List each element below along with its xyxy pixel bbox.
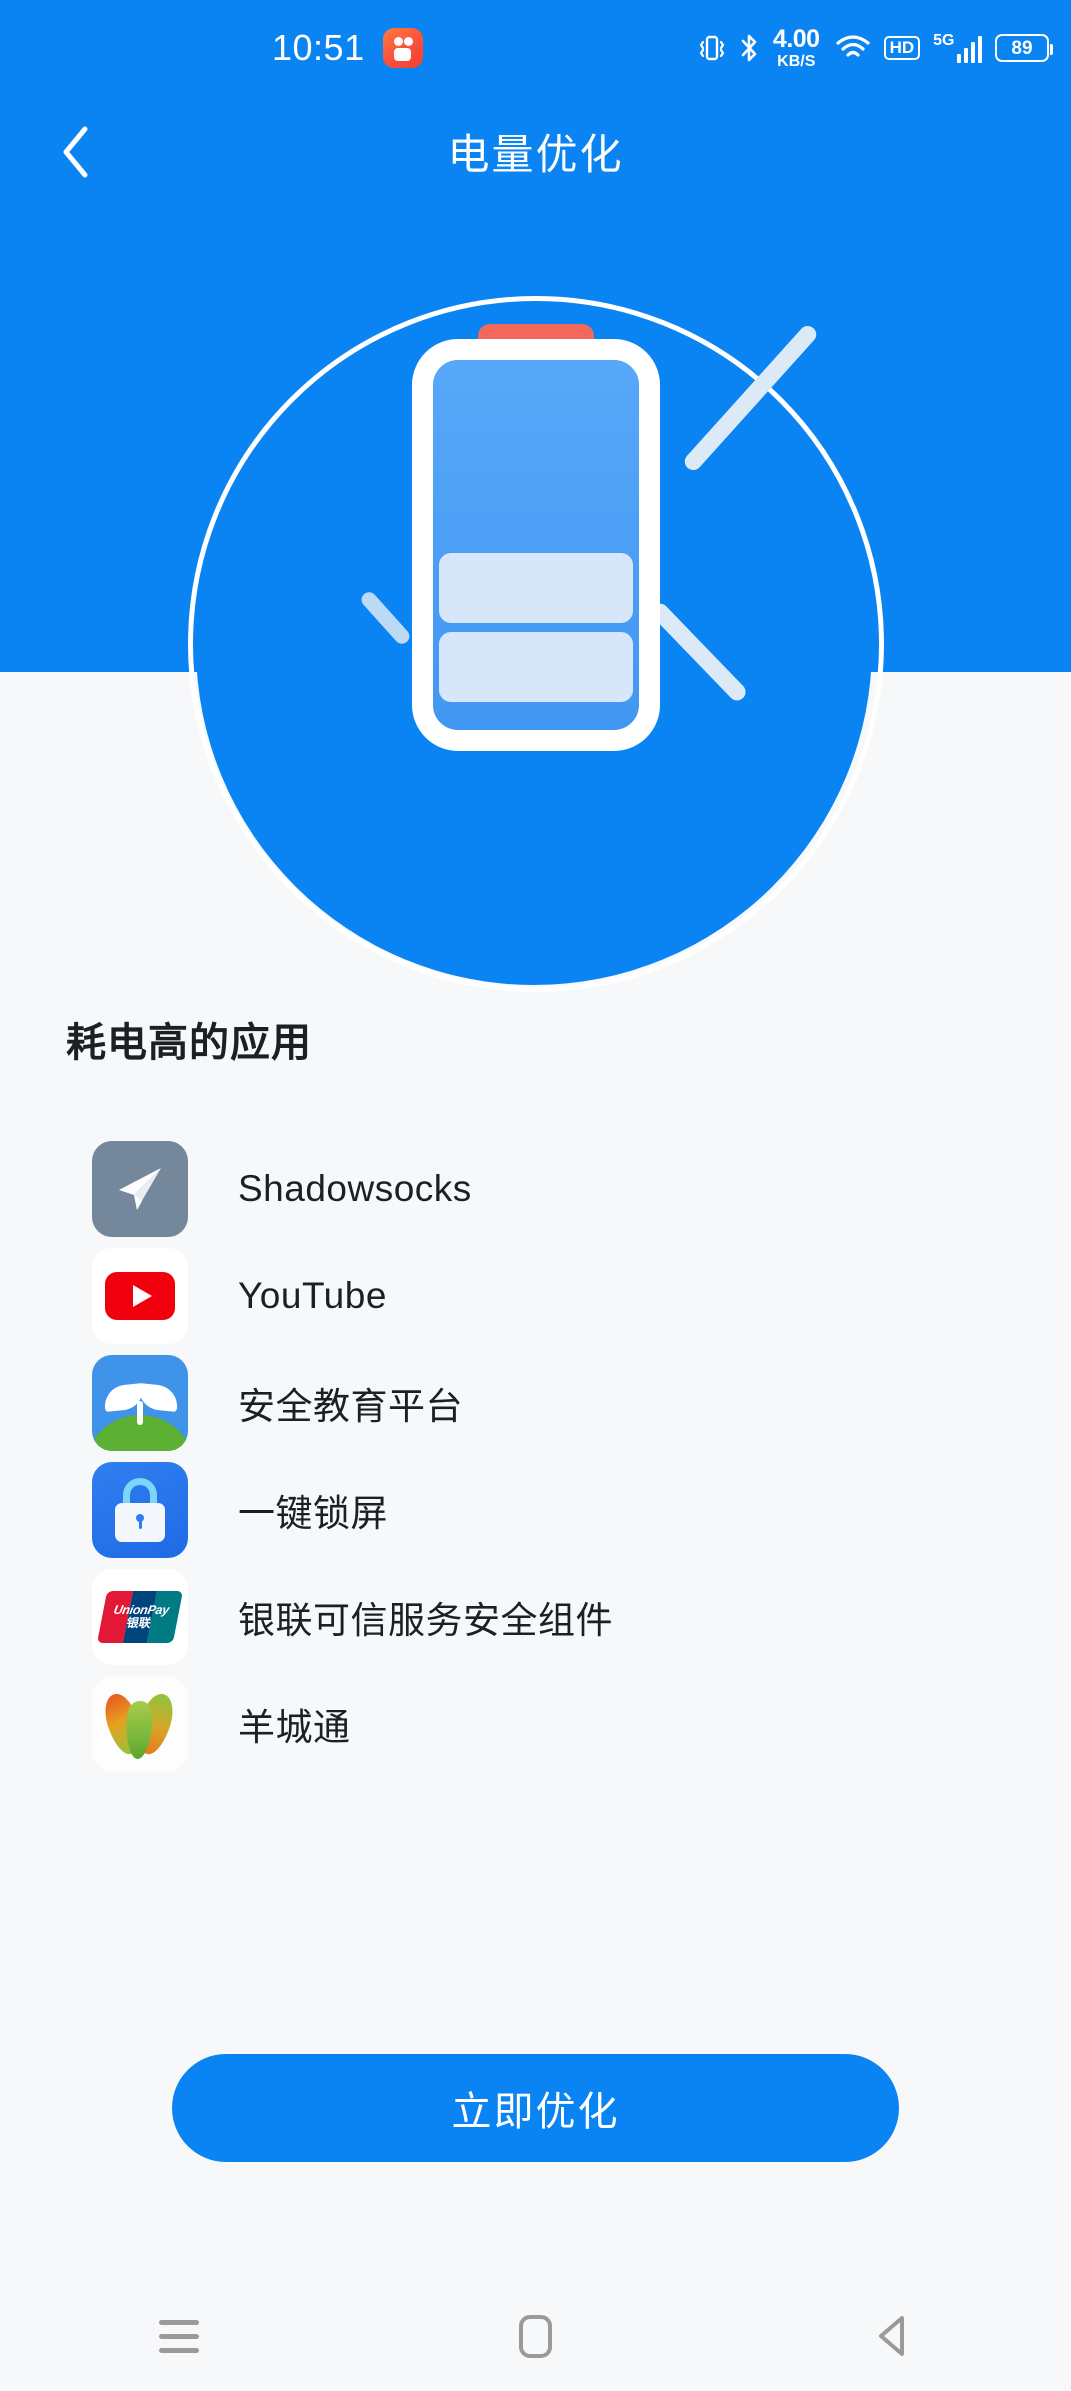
list-item[interactable]: YouTube [0,1242,1071,1349]
recents-icon [158,2319,199,2353]
status-bar-right: 4.00 KB/S HD 5G 89 [699,0,1053,96]
list-item[interactable]: Shadowsocks [0,1135,1071,1242]
bluetooth-icon [738,32,760,64]
recents-button[interactable] [104,2281,254,2391]
back-icon [878,2316,904,2356]
battery-percent: 89 [1011,37,1033,59]
unionpay-icon: UnionPay 银联 [92,1568,188,1665]
app-name: Shadowsocks [238,1167,472,1209]
app-name: 安全教育平台 [238,1385,463,1427]
list-item[interactable]: 羊城通 [0,1670,1071,1777]
video-app-icon [382,28,423,68]
status-bar: 10:51 4.00 KB/S HD 5G 89 [0,0,1071,96]
list-item[interactable]: UnionPay 银联 银联可信服务安全组件 [0,1563,1071,1670]
one-key-lock-screen-icon [92,1461,188,1558]
network-speed-unit: KB/S [777,52,816,70]
status-bar-left: 10:51 [272,0,423,96]
home-icon [519,2314,552,2358]
battery-icon: 89 [995,34,1053,62]
list-item[interactable]: 安全教育平台 [0,1349,1071,1456]
app-name: YouTube [238,1274,387,1316]
youtube-icon [92,1247,188,1344]
hd-icon: HD [883,36,921,60]
network-speed-indicator: 4.00 KB/S [772,24,820,70]
network-type-label: 5G [933,32,955,49]
title-bar: 电量优化 [0,96,1071,206]
signal-bars-icon [956,36,982,63]
wifi-icon [835,33,871,63]
vibrate-icon [699,33,725,63]
shadowsocks-icon [92,1140,188,1237]
status-bar-clock: 10:51 [272,27,365,68]
high-power-app-list: Shadowsocks YouTube 安全教育平台 一键锁屏 UnionPay… [0,1135,1071,1777]
yangchengtong-icon [92,1675,188,1772]
section-title: 耗电高的应用 [66,1021,312,1065]
system-navigation-bar [0,2281,1071,2391]
phone-screen: 10:51 4.00 KB/S HD 5G 89 电量优化 耗电高的应用 Sha… [0,0,1071,2391]
app-name: 一键锁屏 [238,1492,388,1534]
list-item[interactable]: 一键锁屏 [0,1456,1071,1563]
back-nav-button[interactable] [818,2281,968,2391]
page-title: 电量优化 [447,130,624,178]
unionpay-wordmark: UnionPay [112,1602,171,1617]
app-name: 银联可信服务安全组件 [238,1599,613,1641]
app-name: 羊城通 [238,1706,351,1748]
signal-indicator: 5G [933,33,982,63]
optimize-now-button[interactable]: 立即优化 [172,2054,899,2162]
network-speed-value: 4.00 [772,24,820,53]
unionpay-wordmark-cn: 银联 [125,1615,153,1630]
safety-education-icon [92,1354,188,1451]
home-button[interactable] [461,2281,611,2391]
